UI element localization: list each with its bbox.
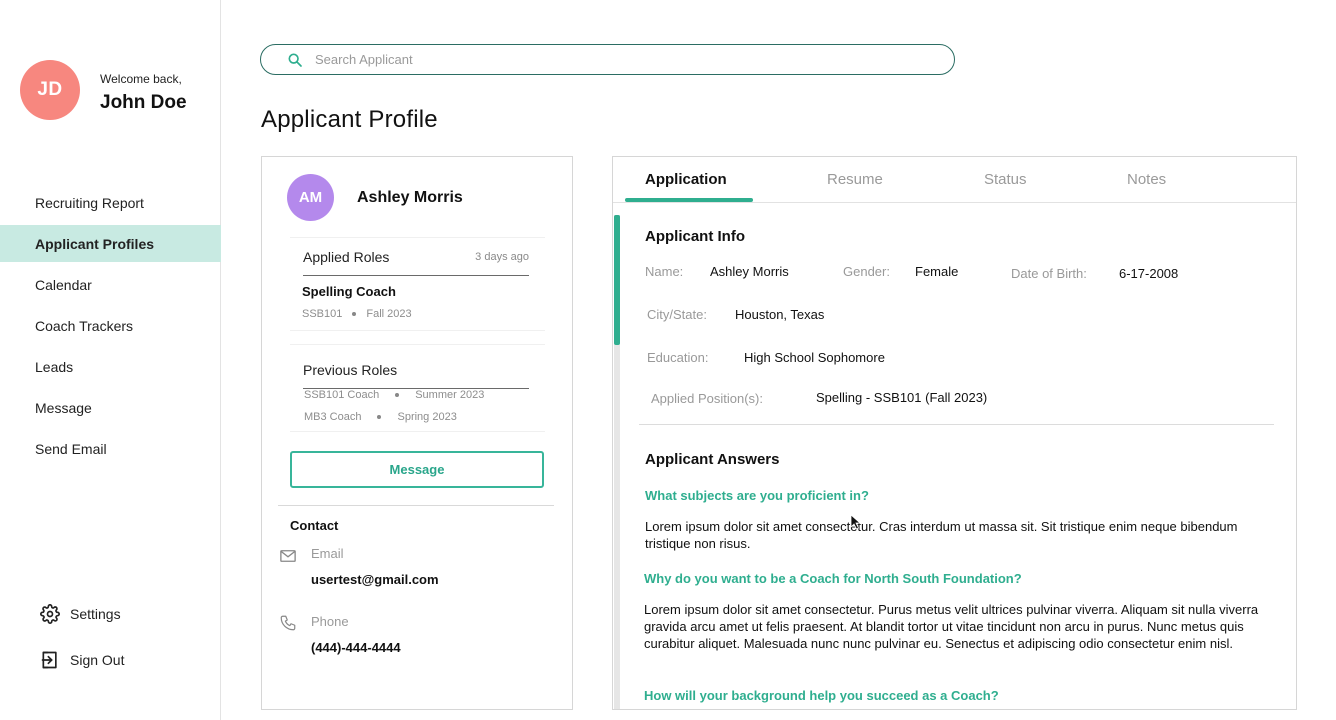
user-text: Welcome back, John Doe: [100, 72, 187, 114]
scrollbar-thumb[interactable]: [614, 215, 620, 345]
gear-icon: [40, 604, 60, 624]
previous-role-item: MB3 Coach Spring 2023: [304, 411, 457, 423]
previous-role-name: MB3 Coach: [304, 411, 362, 423]
settings-label: Settings: [70, 606, 121, 622]
email-value[interactable]: usertest@gmail.com: [311, 572, 439, 587]
dob-value: 6-17-2008: [1119, 266, 1179, 281]
sidebar-item-coach-trackers[interactable]: Coach Trackers: [0, 307, 221, 344]
previous-role-item: SSB101 Coach Summer 2023: [304, 389, 484, 401]
profile-card: AM Ashley Morris Applied Roles 3 days ag…: [261, 156, 573, 710]
phone-label: Phone: [311, 614, 349, 629]
question-1: What subjects are you proficient in?: [645, 488, 869, 503]
question-2: Why do you want to be a Coach for North …: [644, 571, 1022, 586]
applied-roles-date: 3 days ago: [475, 250, 529, 263]
position-label: Applied Position(s):: [651, 391, 763, 406]
applied-role-code: SSB101: [302, 308, 343, 320]
applicant-avatar: AM: [287, 174, 334, 221]
separator-dot: [377, 415, 382, 419]
previous-roles-header: Previous Roles: [303, 351, 529, 389]
applied-roles-header: Applied Roles 3 days ago: [303, 238, 529, 276]
bottom-nav: Settings Sign Out: [40, 600, 124, 692]
sidebar-item-message[interactable]: Message: [0, 389, 221, 426]
question-3: How will your background help you succee…: [644, 688, 999, 703]
education-value: High School Sophomore: [744, 350, 885, 365]
separator-dot: [395, 393, 400, 397]
previous-role-term: Summer 2023: [415, 389, 485, 401]
phone-icon: [280, 615, 296, 631]
sidebar-item-send-email[interactable]: Send Email: [0, 430, 221, 467]
search-icon: [288, 53, 302, 67]
sidebar-item-leads[interactable]: Leads: [0, 348, 221, 385]
sidebar-nav: Recruiting Report Applicant Profiles Cal…: [0, 184, 221, 471]
user-block: JD Welcome back, John Doe: [20, 60, 187, 120]
message-button[interactable]: Message: [290, 451, 544, 488]
applied-roles-title: Applied Roles: [303, 248, 390, 265]
applied-role-name: Spelling Coach: [302, 284, 396, 299]
applicant-answers-title: Applicant Answers: [645, 451, 780, 468]
city-label: City/State:: [647, 307, 707, 322]
previous-roles-section: Previous Roles SSB101 Coach Summer 2023 …: [290, 344, 545, 432]
card-divider: [278, 505, 554, 506]
applicant-info-title: Applicant Info: [645, 228, 745, 245]
name-label: Name:: [645, 264, 684, 279]
mouse-cursor-icon: [850, 514, 862, 530]
settings-button[interactable]: Settings: [40, 600, 124, 628]
separator-dot: [352, 312, 357, 316]
user-name: John Doe: [100, 92, 187, 113]
education-label: Education:: [647, 350, 709, 365]
applicant-name: Ashley Morris: [357, 189, 463, 206]
previous-role-name: SSB101 Coach: [304, 389, 380, 401]
name-value: Ashley Morris: [710, 264, 789, 279]
sign-out-label: Sign Out: [70, 652, 125, 668]
previous-role-term: Spring 2023: [397, 411, 457, 423]
contact-title: Contact: [290, 518, 339, 533]
user-avatar[interactable]: JD: [20, 60, 80, 120]
tab-notes[interactable]: Notes: [1127, 171, 1166, 188]
tab-resume[interactable]: Resume: [827, 171, 883, 188]
sidebar-item-recruiting-report[interactable]: Recruiting Report: [0, 184, 221, 221]
mail-icon: [280, 550, 296, 562]
welcome-text: Welcome back,: [100, 72, 182, 86]
phone-value[interactable]: (444)-444-4444: [311, 640, 401, 655]
sidebar-item-applicant-profiles[interactable]: Applicant Profiles: [0, 225, 221, 262]
tab-application[interactable]: Application: [645, 171, 727, 188]
applied-role-meta: SSB101 Fall 2023: [302, 308, 412, 320]
applied-roles-section: Applied Roles 3 days ago Spelling Coach …: [290, 237, 545, 331]
sign-out-icon: [41, 651, 57, 669]
active-tab-indicator: [625, 198, 753, 202]
sign-out-button[interactable]: Sign Out: [40, 646, 124, 674]
application-panel: Application Resume Status Notes Applican…: [612, 156, 1297, 710]
gender-value: Female: [915, 264, 959, 279]
previous-roles-title: Previous Roles: [303, 361, 398, 378]
sidebar-item-calendar[interactable]: Calendar: [0, 266, 221, 303]
tab-status[interactable]: Status: [984, 171, 1027, 188]
search-bar[interactable]: [260, 44, 955, 75]
answer-1: Lorem ipsum dolor sit amet consectetur. …: [645, 519, 1238, 551]
answer-2: Lorem ipsum dolor sit amet consectetur. …: [644, 602, 1259, 651]
position-value: Spelling - SSB101 (Fall 2023): [816, 390, 988, 405]
dob-label: Date of Birth:: [1011, 266, 1087, 281]
email-label: Email: [311, 546, 344, 561]
gender-label: Gender:: [843, 264, 890, 279]
tab-bar: Application Resume Status Notes: [613, 157, 1296, 203]
section-divider: [639, 424, 1274, 425]
applied-role-term: Fall 2023: [366, 308, 412, 320]
page-title: Applicant Profile: [261, 106, 438, 133]
search-input[interactable]: [315, 52, 915, 67]
sidebar: JD Welcome back, John Doe Recruiting Rep…: [0, 0, 221, 720]
city-value: Houston, Texas: [735, 307, 825, 322]
